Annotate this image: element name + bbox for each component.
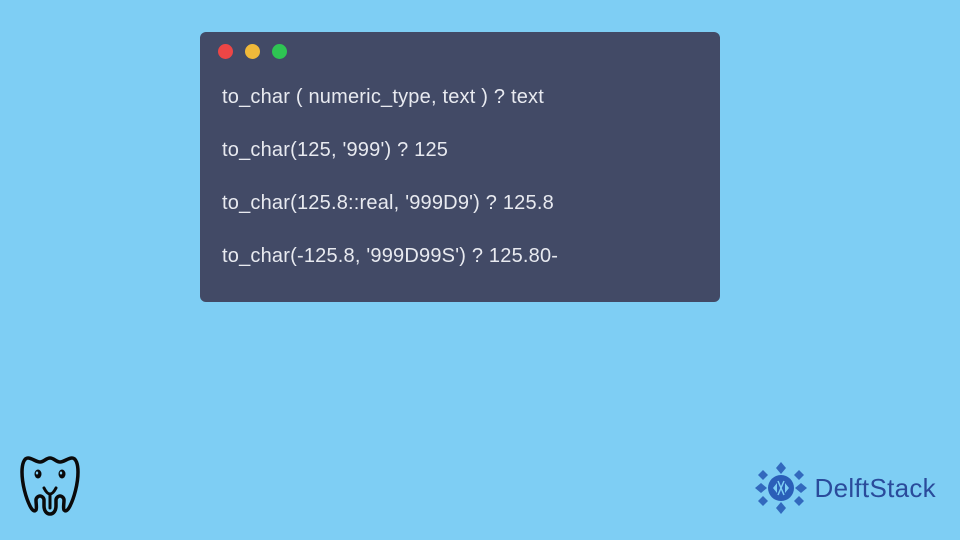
minimize-icon (245, 44, 260, 59)
close-icon (218, 44, 233, 59)
postgresql-elephant-icon (18, 450, 88, 522)
window-titlebar (200, 32, 720, 70)
delftstack-logo: DelftStack (753, 460, 937, 516)
code-line: to_char(125, '999') ? 125 (222, 137, 698, 164)
delftstack-logo-icon (753, 460, 809, 516)
code-line: to_char ( numeric_type, text ) ? text (222, 84, 698, 111)
code-window: to_char ( numeric_type, text ) ? text to… (200, 32, 720, 302)
code-body: to_char ( numeric_type, text ) ? text to… (200, 70, 720, 284)
brand-name: DelftStack (815, 473, 937, 504)
maximize-icon (272, 44, 287, 59)
code-line: to_char(125.8::real, '999D9') ? 125.8 (222, 190, 698, 217)
code-line: to_char(-125.8, '999D99S') ? 125.80- (222, 243, 698, 270)
